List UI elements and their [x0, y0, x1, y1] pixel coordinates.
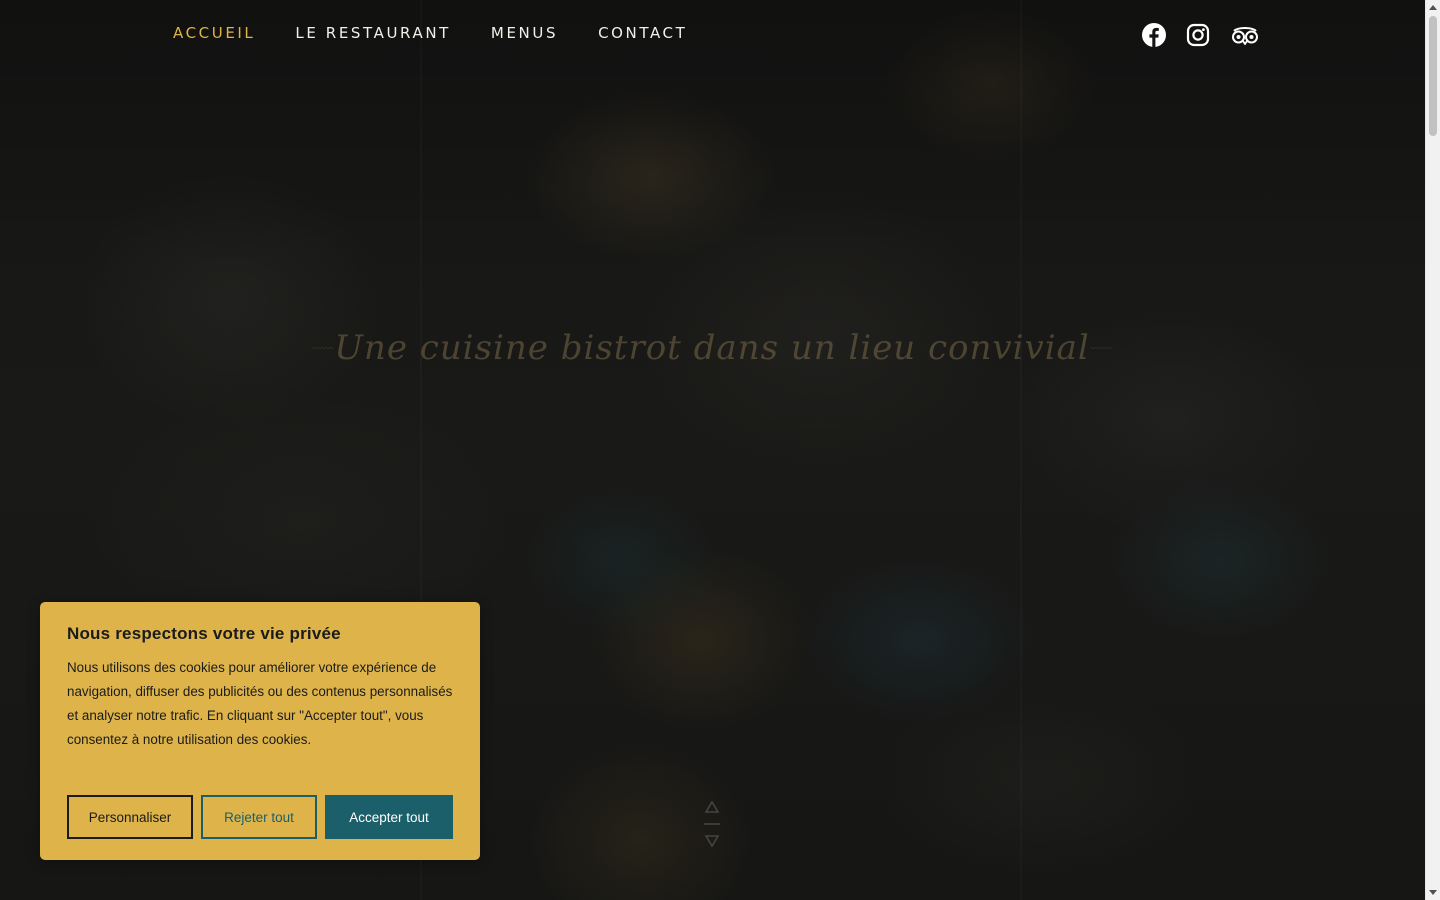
scrollbar-thumb[interactable]: [1429, 16, 1437, 136]
cookie-banner-actions: Personnaliser Rejeter tout Accepter tout: [67, 795, 453, 839]
scroll-down-arrow-icon[interactable]: [700, 796, 724, 852]
squiggle-decoration-left: [312, 347, 334, 349]
scroll-up-arrow-icon[interactable]: [1429, 5, 1437, 10]
nav-item-accueil[interactable]: ACCUEIL: [173, 24, 255, 42]
reject-all-button[interactable]: Rejeter tout: [201, 795, 317, 839]
squiggle-decoration-right: [1090, 347, 1112, 349]
nav-item-menus[interactable]: MENUS: [491, 24, 558, 42]
accept-all-button[interactable]: Accepter tout: [325, 795, 453, 839]
nav-item-contact[interactable]: CONTACT: [598, 24, 687, 42]
cookie-banner-title: Nous respectons votre vie privée: [67, 624, 341, 643]
customize-button[interactable]: Personnaliser: [67, 795, 193, 839]
social-links: [1140, 20, 1262, 50]
hero-headline: Une cuisine bistrot dans un lieu convivi…: [312, 320, 1112, 376]
instagram-icon[interactable]: [1184, 20, 1212, 50]
page-scrollbar[interactable]: [1425, 0, 1440, 900]
nav-item-le-restaurant[interactable]: LE RESTAURANT: [295, 24, 451, 42]
background-pillar: [1020, 0, 1022, 900]
scroll-down-button-icon[interactable]: [1429, 890, 1437, 895]
facebook-icon[interactable]: [1140, 20, 1168, 50]
main-navigation: ACCUEIL LE RESTAURANT MENUS CONTACT: [173, 24, 687, 42]
hero-headline-text: Une cuisine bistrot dans un lieu convivi…: [334, 328, 1090, 368]
tripadvisor-icon[interactable]: [1228, 20, 1262, 50]
cookie-consent-banner: Nous respectons votre vie privée Nous ut…: [40, 602, 480, 860]
cookie-banner-text: Nous utilisons des cookies pour améliore…: [67, 660, 453, 747]
